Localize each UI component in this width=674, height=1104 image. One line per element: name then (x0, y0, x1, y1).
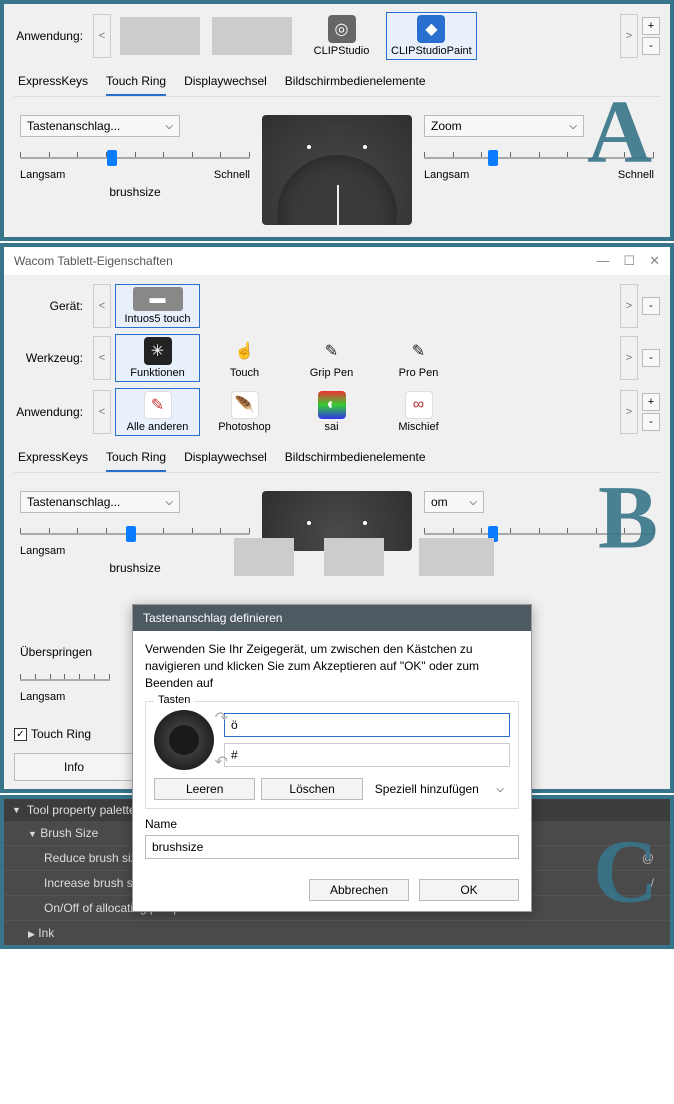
geraet-label: Gerät: (14, 299, 89, 313)
delete-button[interactable]: Löschen (261, 778, 362, 800)
app-strip-b: ✎Alle anderen 🪶Photoshop ◐sai ∞Mischief (115, 388, 616, 436)
tabs-row: ExpressKeys Touch Ring Displaywechsel Bi… (14, 66, 660, 97)
app-next-arrow[interactable]: > (620, 14, 638, 58)
arrow-down-icon: ↶ (215, 752, 228, 772)
group-ink[interactable]: ▶ Ink (4, 921, 670, 945)
tab-bildschirm[interactable]: Bildschirmbedienelemente (285, 74, 426, 96)
tool-grippen[interactable]: ✎Grip Pen (289, 334, 374, 382)
tool-touch[interactable]: ☝Touch (202, 334, 287, 382)
app-next-arrow-b[interactable]: > (620, 390, 638, 434)
device-prev-arrow[interactable]: < (93, 284, 111, 328)
device-remove-button[interactable]: - (642, 297, 660, 315)
app-add-button-b[interactable]: + (642, 393, 660, 411)
tab-expresskeys[interactable]: ExpressKeys (18, 74, 88, 96)
anwendung-label: Anwendung: (14, 29, 89, 43)
clear-button[interactable]: Leeren (154, 778, 255, 800)
keystroke-modal: Tastenanschlag definieren Verwenden Sie … (132, 604, 532, 912)
info-button[interactable]: Info (14, 753, 134, 781)
left-function-dropdown[interactable]: Tastenanschlag... (20, 115, 180, 137)
app-tile-blank[interactable] (207, 12, 297, 60)
name-label: Name (145, 817, 519, 831)
tab-displaywechsel-b[interactable]: Displaywechsel (184, 450, 267, 472)
tabs-row-b: ExpressKeys Touch Ring Displaywechsel Bi… (14, 442, 660, 473)
device-strip: ▬Intuos5 touch (115, 284, 364, 328)
speed-slider-left-b[interactable] (20, 523, 250, 543)
collapse-icon: ▼ (12, 805, 21, 815)
arrow-up-icon: ↷ (215, 708, 228, 728)
app-strip: ◎CLIPStudio ◆CLIPStudioPaint (115, 12, 616, 60)
window-minimize-icon[interactable]: — (596, 253, 609, 269)
tab-displaywechsel[interactable]: Displaywechsel (184, 74, 267, 96)
section-label-b: B (598, 467, 658, 570)
slider-slow-label: Langsam (20, 169, 65, 181)
skip-slider[interactable] (20, 669, 110, 689)
tool-propen[interactable]: ✎Pro Pen (376, 334, 461, 382)
app-mischief[interactable]: ∞Mischief (376, 388, 461, 436)
tab-touchring[interactable]: Touch Ring (106, 74, 166, 96)
anwendung-label-b: Anwendung: (14, 405, 89, 419)
special-add-dropdown[interactable]: Speziell hinzufügen (369, 779, 510, 799)
ring-icon (154, 710, 214, 770)
right-function-dropdown[interactable]: Zoom (424, 115, 584, 137)
tool-funktionen[interactable]: ✳Funktionen (115, 334, 200, 382)
app-add-button[interactable]: + (642, 17, 660, 35)
ring-function-name-b: brushsize (20, 561, 250, 575)
left-function-dropdown-b[interactable]: Tastenanschlag... (20, 491, 180, 513)
ok-button[interactable]: OK (419, 879, 519, 901)
window-title: Wacom Tablett-Eigenschaften (14, 254, 173, 268)
section-label-c: C (593, 821, 658, 924)
app-tile-clipstudio[interactable]: ◎CLIPStudio (299, 12, 384, 60)
tab-bildschirm-b[interactable]: Bildschirmbedienelemente (285, 450, 426, 472)
right-function-dropdown-b[interactable]: om (424, 491, 484, 513)
app-tile-clipstudiopaint[interactable]: ◆CLIPStudioPaint (386, 12, 477, 60)
window-maximize-icon[interactable]: ☐ (623, 253, 635, 269)
ring-function-name: brushsize (20, 185, 250, 199)
speed-slider-left[interactable] (20, 147, 250, 167)
device-intuos5[interactable]: ▬Intuos5 touch (115, 284, 200, 328)
app-sai[interactable]: ◐sai (289, 388, 374, 436)
tool-prev-arrow[interactable]: < (93, 336, 111, 380)
modal-hint: Verwenden Sie Ihr Zeigegerät, um zwische… (145, 641, 519, 691)
tab-expresskeys-b[interactable]: ExpressKeys (18, 450, 88, 472)
slider-fast-label: Schnell (214, 169, 250, 181)
app-prev-arrow-b[interactable]: < (93, 390, 111, 434)
modal-title: Tastenanschlag definieren (133, 605, 531, 631)
section-label-a: A (587, 81, 652, 184)
key-down-input[interactable] (224, 743, 510, 767)
name-input[interactable] (145, 835, 519, 859)
tool-strip: ✳Funktionen ☝Touch ✎Grip Pen ✎Pro Pen (115, 334, 616, 382)
device-next-arrow[interactable]: > (620, 284, 638, 328)
cancel-button[interactable]: Abbrechen (309, 879, 409, 901)
app-alleanderen[interactable]: ✎Alle anderen (115, 388, 200, 436)
tasten-legend: Tasten (154, 694, 194, 706)
window-titlebar: Wacom Tablett-Eigenschaften — ☐ ✕ (4, 247, 670, 276)
key-up-input[interactable] (224, 713, 510, 737)
app-prev-arrow[interactable]: < (93, 14, 111, 58)
app-remove-button-b[interactable]: - (642, 413, 660, 431)
tool-next-arrow[interactable]: > (620, 336, 638, 380)
tool-remove-button[interactable]: - (642, 349, 660, 367)
touch-ring-preview (262, 115, 412, 225)
app-photoshop[interactable]: 🪶Photoshop (202, 388, 287, 436)
tab-touchring-b[interactable]: Touch Ring (106, 450, 166, 472)
app-tile-blank[interactable] (115, 12, 205, 60)
app-remove-button[interactable]: - (642, 37, 660, 55)
werkzeug-label: Werkzeug: (14, 351, 89, 365)
window-close-icon[interactable]: ✕ (649, 253, 660, 269)
